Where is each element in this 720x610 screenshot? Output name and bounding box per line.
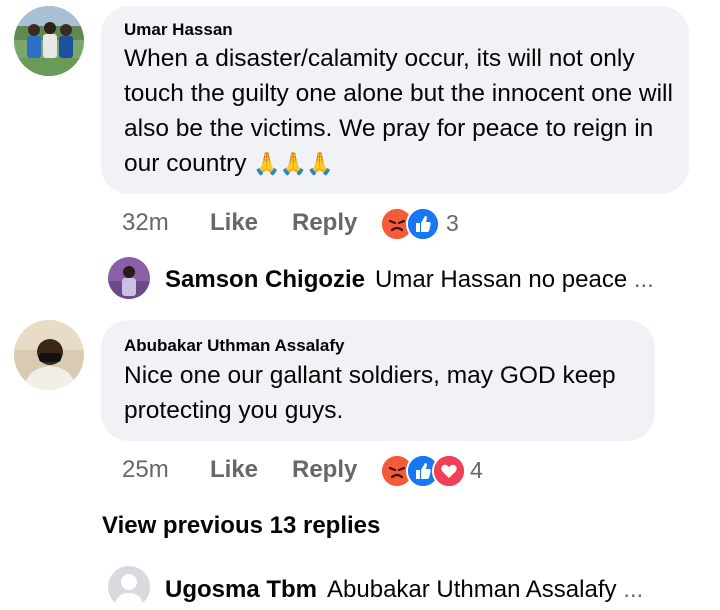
comment-body: When a disaster/calamity occur, its will… — [124, 45, 673, 177]
avatar-ugosma-tbm[interactable] — [108, 566, 150, 608]
reply-snippet: Abubakar Uthman Assalafy — [327, 576, 617, 603]
comment-author[interactable]: Umar Hassan — [124, 20, 233, 40]
love-reaction-icon — [432, 454, 466, 488]
reply-author[interactable]: Samson Chigozie — [165, 266, 365, 293]
like-button[interactable]: Like — [210, 456, 258, 484]
like-reaction-icon — [406, 207, 440, 241]
reply-ellipsis: ... — [623, 576, 644, 603]
avatar-samson-chigozie[interactable] — [108, 257, 150, 299]
reply-preview[interactable]: Samson Chigozie Umar Hassan no peace ... — [165, 266, 654, 294]
reply-author[interactable]: Ugosma Tbm — [165, 576, 317, 603]
reply-button[interactable]: Reply — [292, 456, 357, 484]
comment-timestamp[interactable]: 25m — [122, 456, 169, 484]
comment-author[interactable]: Abubakar Uthman Assalafy — [124, 336, 344, 356]
reply-ellipsis: ... — [633, 266, 654, 293]
comment-text: Nice one our gallant soldiers, may GOD k… — [124, 362, 616, 424]
reply-preview[interactable]: Ugosma Tbm Abubakar Uthman Assalafy ... — [165, 576, 643, 604]
avatar-photo-icon — [108, 257, 150, 299]
reaction-count[interactable]: 4 — [470, 457, 483, 484]
avatar-abubakar-uthman-assalafy[interactable] — [14, 320, 84, 390]
comment-text: When a disaster/calamity occur, its will… — [124, 41, 680, 181]
view-previous-replies-link[interactable]: View previous 13 replies — [102, 512, 380, 540]
reply-snippet: Umar Hassan no peace — [375, 266, 628, 293]
like-button[interactable]: Like — [210, 209, 258, 237]
default-avatar-icon — [108, 566, 150, 608]
reaction-count[interactable]: 3 — [446, 210, 459, 237]
avatar-photo-icon — [14, 320, 84, 390]
comment-timestamp[interactable]: 32m — [122, 209, 169, 237]
avatar-umar-hassan[interactable] — [14, 6, 84, 76]
reply-button[interactable]: Reply — [292, 209, 357, 237]
pray-emoji-icon: 🙏🙏🙏 — [253, 151, 333, 176]
avatar-photo-icon — [14, 6, 84, 76]
